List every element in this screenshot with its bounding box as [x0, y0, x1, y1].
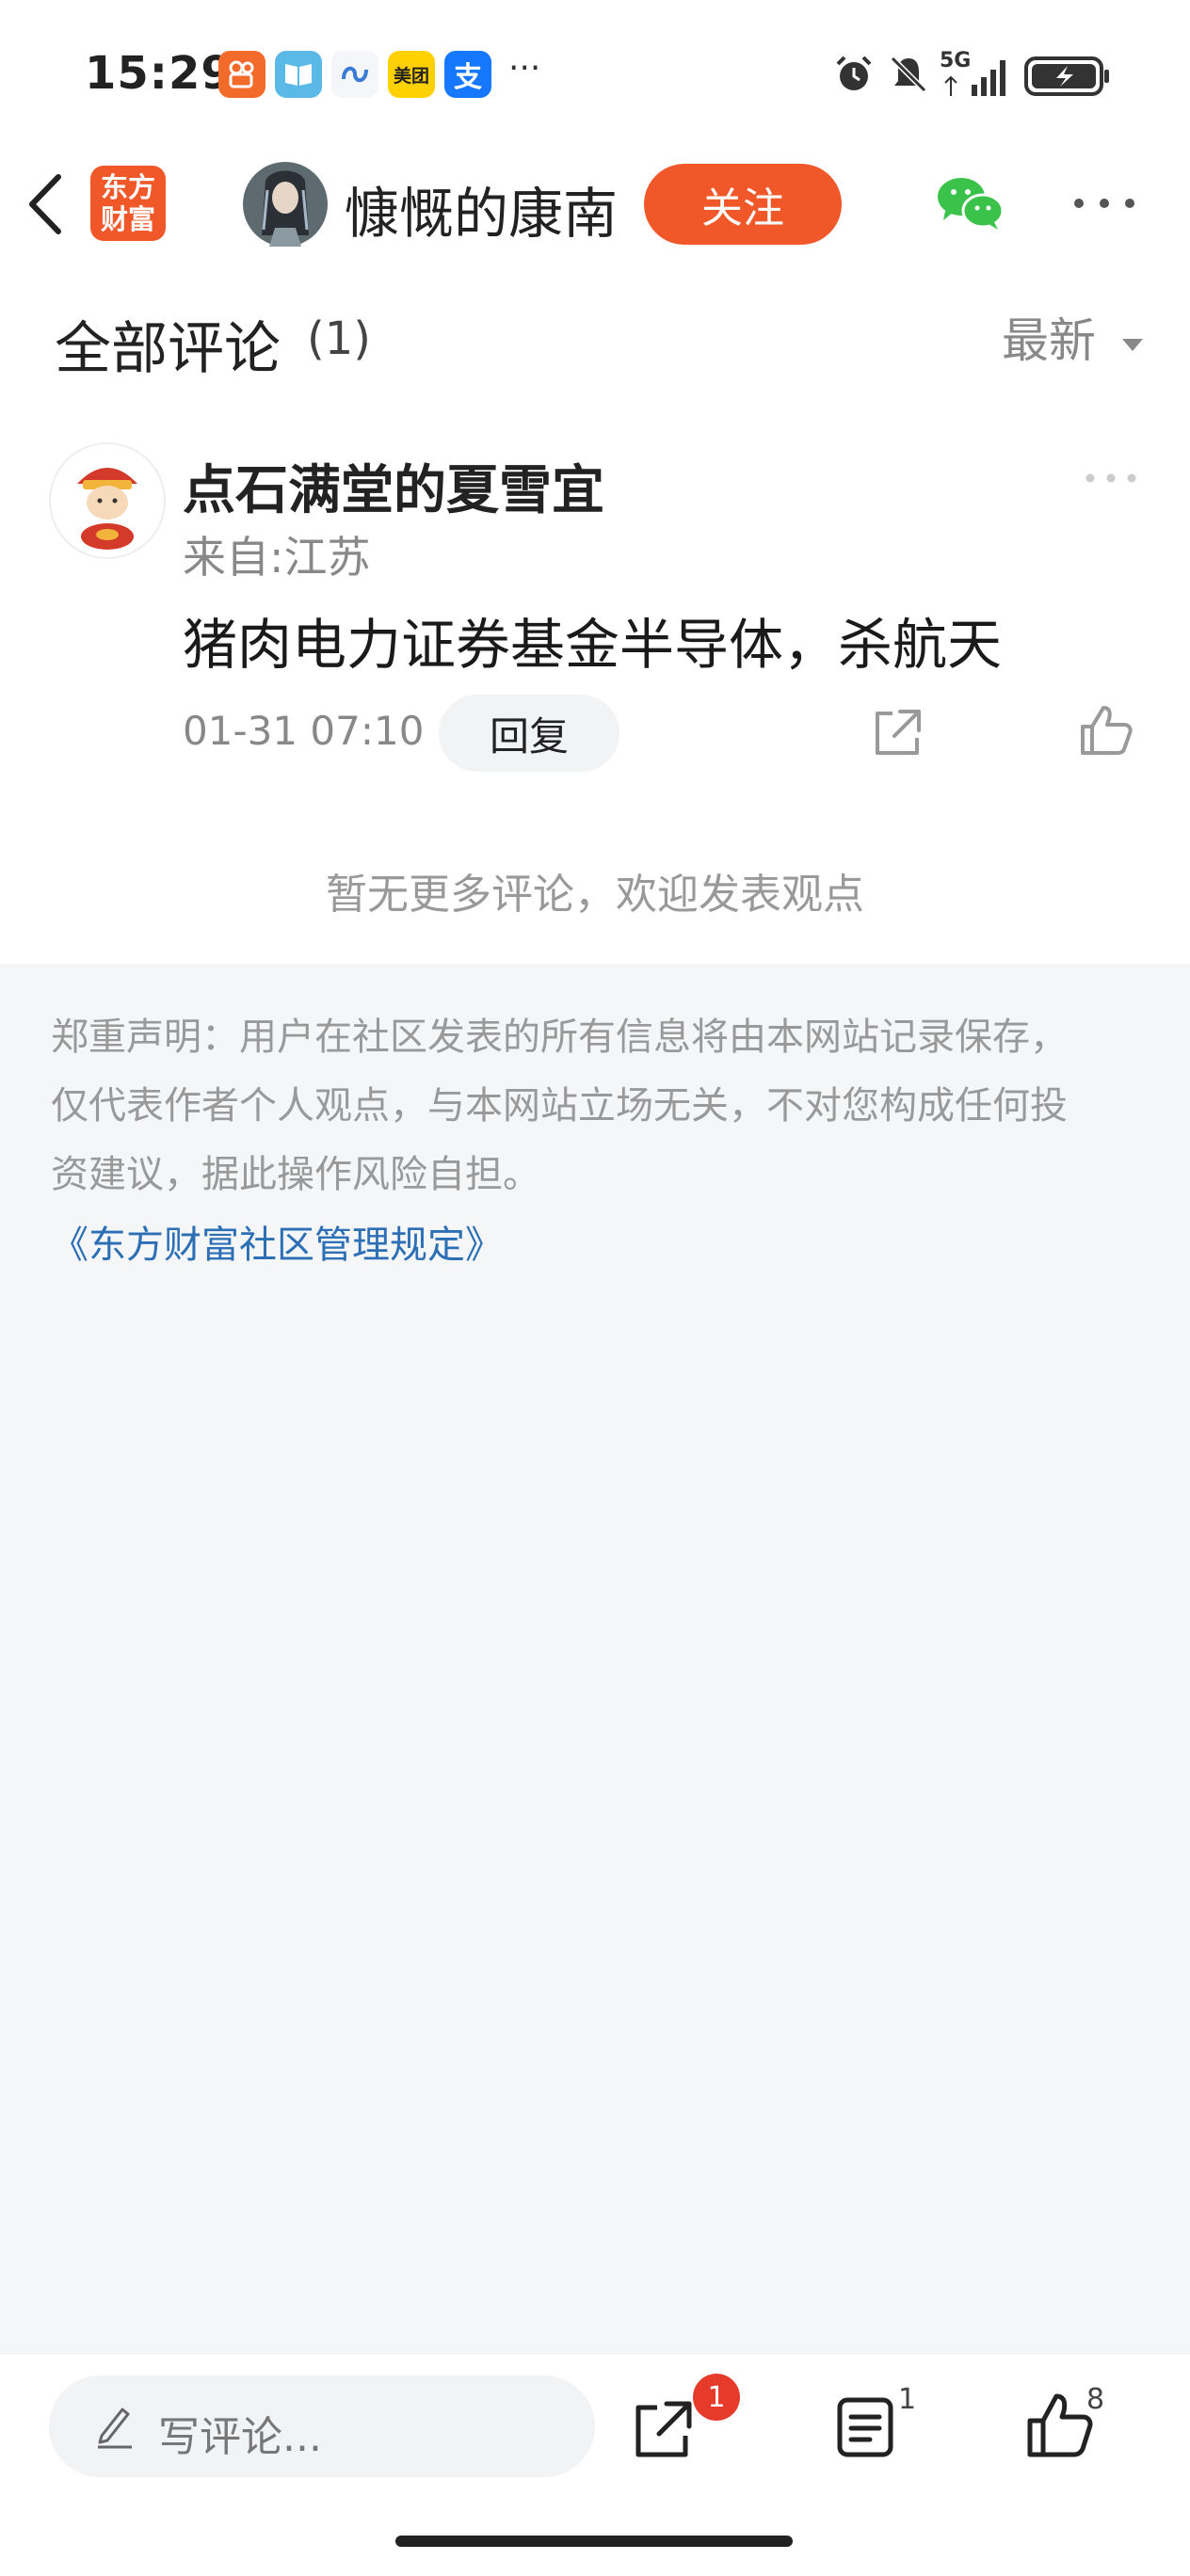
logo-line1: 东方: [100, 171, 155, 203]
eastmoney-logo[interactable]: 东方 财富: [90, 166, 166, 241]
disclaimer-line1: 郑重声明：用户在社区发表的所有信息将由本网站记录保存，: [51, 1016, 1068, 1059]
wechat-icon[interactable]: [936, 175, 1005, 233]
kuaishou-icon: [218, 51, 265, 98]
disclaimer-line3: 资建议，据此操作风险自担。: [51, 1153, 540, 1196]
back-arrow-icon[interactable]: [23, 171, 70, 237]
no-more-comments: 暂无更多评论，欢迎发表观点: [326, 871, 864, 919]
community-rules-link[interactable]: 《东方财富社区管理规定》: [51, 1214, 503, 1269]
comment-time: 01-31 07:10: [183, 708, 425, 754]
alarm-icon: [836, 56, 872, 90]
like-icon[interactable]: [1079, 704, 1134, 757]
section-title: 全部评论: [55, 316, 281, 382]
comments-list-icon[interactable]: [836, 2396, 894, 2458]
likes-count: 8: [1086, 2383, 1105, 2416]
like-post-icon[interactable]: [1026, 2391, 1094, 2458]
battery-charging-icon: [1024, 56, 1109, 96]
disclaimer-line2: 仅代表作者个人观点，与本网站立场无关，不对您构成任何投: [51, 1084, 1068, 1128]
reader-icon: [275, 51, 322, 98]
mute-bell-icon: [890, 56, 927, 93]
swirl-app-icon: [331, 51, 378, 98]
pencil-icon: [98, 2408, 132, 2449]
author-avatar[interactable]: [243, 162, 328, 247]
disclaimer: 郑重声明：用户在社区发表的所有信息将由本网站记录保存， 仅代表作者个人观点，与本…: [51, 1003, 1143, 1209]
commenter-avatar[interactable]: [49, 442, 166, 559]
comment-text: 猪肉电力证券基金半导体，杀航天: [183, 613, 1003, 677]
share-icon[interactable]: [872, 706, 925, 759]
sort-label: 最新: [1002, 313, 1096, 368]
home-indicator[interactable]: [395, 2536, 793, 2547]
meituan-label: 美团: [393, 65, 429, 87]
caret-down-icon: [1121, 338, 1143, 351]
comments-count: 1: [898, 2383, 917, 2416]
share-badge: 1: [693, 2374, 740, 2421]
commenter-name[interactable]: 点石满堂的夏雪宜: [183, 448, 604, 524]
comment-placeholder[interactable]: 写评论...: [158, 2403, 322, 2463]
meituan-icon: 美团: [388, 51, 435, 98]
follow-button[interactable]: 关注: [644, 164, 842, 245]
sort-dropdown[interactable]: 最新: [1002, 303, 1145, 371]
alipay-label: 支: [454, 61, 482, 94]
reply-button[interactable]: 回复: [439, 695, 619, 772]
alipay-icon: 支: [444, 51, 491, 98]
comment-more-icon[interactable]: [1085, 471, 1137, 486]
comment-count: (1): [307, 312, 371, 365]
share-post-icon[interactable]: [633, 2398, 695, 2460]
commenter-location: 来自:江苏: [183, 532, 371, 583]
more-notifications-icon: ···: [508, 49, 541, 88]
status-time: 15:29: [85, 47, 233, 100]
more-options-icon[interactable]: [1071, 194, 1137, 213]
signal-icon: [944, 60, 1005, 96]
author-name[interactable]: 慷慨的康南: [345, 169, 618, 248]
logo-line2: 财富: [100, 203, 155, 235]
